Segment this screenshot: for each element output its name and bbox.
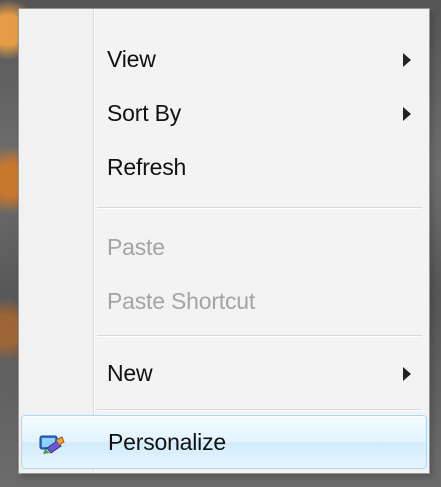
menu-item-label: Refresh <box>107 154 187 180</box>
desktop-background: View Sort By Refresh Paste Paste Shortcu… <box>0 0 441 487</box>
menu-item-paste: Paste <box>21 221 427 275</box>
menu-item-label: Paste <box>107 234 165 260</box>
submenu-arrow-icon <box>403 53 411 67</box>
menu-separator <box>97 409 422 410</box>
submenu-arrow-icon <box>403 107 411 121</box>
menu-separator <box>97 335 422 336</box>
menu-item-label: View <box>107 46 156 72</box>
menu-item-view[interactable]: View <box>21 33 427 87</box>
submenu-arrow-icon <box>403 367 411 381</box>
menu-item-sort-by[interactable]: Sort By <box>21 87 427 141</box>
menu-item-new[interactable]: New <box>21 347 427 401</box>
menu-item-label: Sort By <box>107 100 182 126</box>
menu-item-personalize[interactable]: Personalize <box>21 415 427 469</box>
desktop-context-menu: View Sort By Refresh Paste Paste Shortcu… <box>18 8 430 474</box>
menu-separator <box>97 207 422 208</box>
menu-item-label: Personalize <box>108 429 226 455</box>
menu-item-label: Paste Shortcut <box>107 288 256 314</box>
menu-item-refresh[interactable]: Refresh <box>21 141 427 195</box>
menu-item-paste-shortcut: Paste Shortcut <box>21 275 427 329</box>
personalize-icon <box>39 435 65 454</box>
menu-item-label: New <box>107 360 153 386</box>
